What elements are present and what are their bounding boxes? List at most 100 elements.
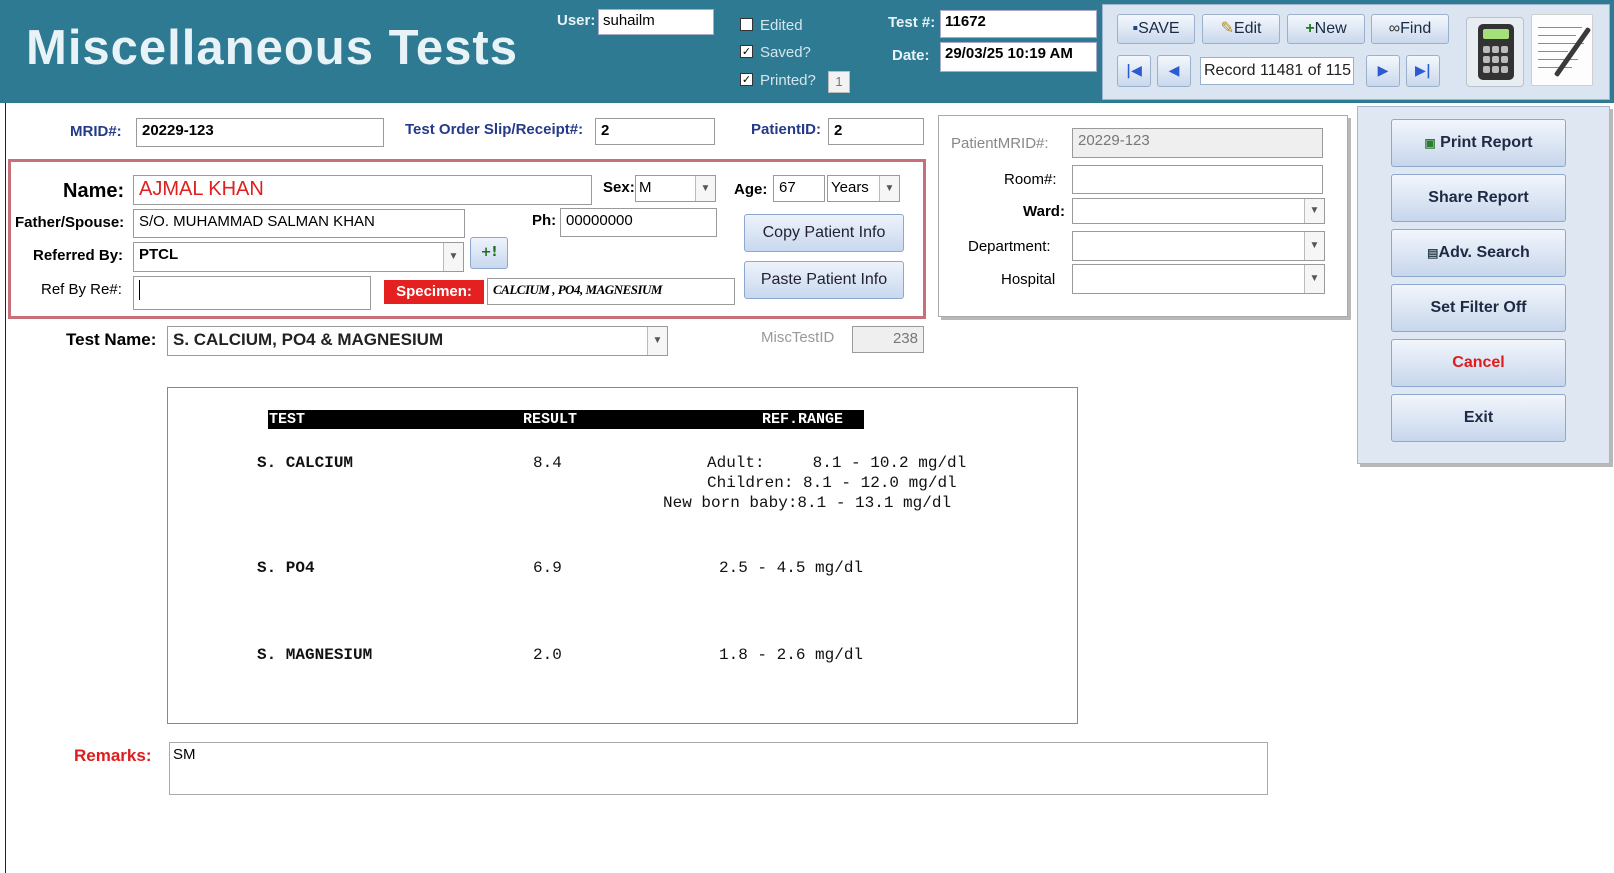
form-left-border [5,103,6,873]
action-panel: ▣ Print Report Share Report ▤Adv. Search… [1357,106,1610,464]
result-test-name: S. PO4 [257,559,315,577]
department-select[interactable]: ▼ [1072,231,1325,261]
misctestid-label: MiscTestID [761,329,835,346]
share-report-button[interactable]: Share Report [1391,174,1566,222]
chevron-down-icon[interactable]: ▼ [879,176,899,201]
specimen-field[interactable]: CALCIUM , PO4, MAGNESIUM [487,278,735,305]
ward-label: Ward: [1023,203,1065,220]
remarks-field[interactable]: SM [169,742,1268,795]
hospital-label: Hospital [1001,271,1056,288]
age-unit-select[interactable]: Years ▼ [827,175,900,202]
find-button[interactable]: ∞Find [1371,14,1449,44]
saved-checkbox[interactable]: ✓ [740,45,753,58]
test-no-field[interactable]: 11672 [940,10,1097,38]
date-field[interactable]: 29/03/25 10:19 AM [940,42,1097,72]
print-report-button[interactable]: ▣ Print Report [1391,119,1566,167]
result-range-line: Children: 8.1 - 12.0 mg/dl [707,474,957,492]
chevron-down-icon[interactable]: ▼ [1304,199,1324,223]
father-label: Father/Spouse: [15,214,125,231]
testname-select[interactable]: S. CALCIUM, PO4 & MAGNESIUM ▼ [167,326,668,356]
ph-label: Ph: [532,212,557,229]
father-field[interactable]: S/O. MUHAMMAD SALMAN KHAN [133,209,465,238]
first-record-button[interactable]: |◀ [1117,55,1151,87]
first-record-icon: |◀ [1126,63,1142,79]
refby-field[interactable] [133,276,371,310]
set-filter-off-button[interactable]: Set Filter Off [1391,284,1566,332]
test-no-label: Test #: [888,14,936,31]
calculator-screen [1483,29,1509,39]
binoculars-icon: ∞ [1388,20,1401,37]
testname-label: Test Name: [66,330,157,349]
sex-select[interactable]: M ▼ [635,175,716,202]
date-label: Date: [892,47,930,64]
print-report-label: Print Report [1440,134,1533,151]
name-label: Name: [63,180,125,202]
department-label: Department: [968,238,1051,255]
slip-label: Test Order Slip/Receipt#: [405,121,584,138]
result-value: 6.9 [533,559,562,577]
slip-field[interactable]: 2 [595,118,715,145]
misctestid-field: 238 [852,326,924,353]
cancel-button[interactable]: Cancel [1391,339,1566,387]
next-record-button[interactable]: ▶ [1366,55,1400,87]
result-value: 8.4 [533,454,562,472]
age-field[interactable]: 67 [773,175,825,202]
edit-label: Edit [1233,20,1262,37]
result-test-name: S. MAGNESIUM [257,646,373,664]
edit-button[interactable]: ✎Edit [1202,14,1280,44]
new-plus-icon: + [1305,20,1315,37]
hospital-select[interactable]: ▼ [1072,264,1325,294]
edited-checkbox[interactable] [740,18,753,31]
refby-label: Ref By Re#: [41,281,122,298]
result-range-line: New born baby:8.1 - 13.1 mg/dl [663,494,952,512]
user-field[interactable]: suhailm [598,9,714,35]
adv-search-button[interactable]: ▤Adv. Search [1391,229,1566,277]
result-range-line: 1.8 - 2.6 mg/dl [719,646,864,664]
new-label: New [1314,20,1347,37]
notepad-icon[interactable] [1531,14,1593,86]
edit-pencil-icon: ✎ [1220,20,1234,37]
referred-value: PTCL [139,246,179,263]
referred-select[interactable]: PTCL ▼ [133,242,464,272]
chevron-down-icon[interactable]: ▼ [1304,265,1324,293]
printed-checkbox[interactable]: ✓ [740,73,753,86]
add-referrer-button[interactable]: +! [470,237,508,269]
search-card-icon: ▤ [1427,246,1439,260]
exit-button[interactable]: Exit [1391,394,1566,442]
referred-label: Referred By: [33,247,124,264]
record-indicator[interactable]: Record 11481 of 115 [1200,57,1354,85]
chevron-down-icon[interactable]: ▼ [443,243,463,271]
result-header-test: TEST [269,411,306,428]
chevron-down-icon[interactable]: ▼ [695,176,715,201]
print-icon: ▣ [1424,136,1436,150]
testname-value: S. CALCIUM, PO4 & MAGNESIUM [173,330,444,349]
chevron-down-icon[interactable]: ▼ [647,327,667,355]
last-record-button[interactable]: ▶| [1406,55,1440,87]
result-value: 2.0 [533,646,562,664]
age-label: Age: [734,181,768,198]
result-report-box[interactable]: TEST RESULT REF.RANGE S. CALCIUM 8.4 Adu… [167,387,1078,724]
sex-value: M [639,179,652,196]
last-record-icon: ▶| [1415,63,1431,79]
room-field[interactable] [1072,165,1323,194]
result-header-result: RESULT [523,411,578,428]
calculator-icon[interactable] [1466,17,1524,87]
specimen-label: Specimen: [384,280,484,304]
ward-select[interactable]: ▼ [1072,198,1325,224]
calculator-body [1478,24,1514,80]
chevron-down-icon[interactable]: ▼ [1304,232,1324,260]
save-label: SAVE [1138,20,1180,37]
copy-patient-info-button[interactable]: Copy Patient Info [744,214,904,252]
mrid-field[interactable]: 20229-123 [136,118,384,147]
ph-field[interactable]: 00000000 [560,208,717,237]
name-field[interactable]: AJMAL KHAN [133,175,592,205]
saved-label: Saved? [760,44,811,61]
result-header-range: REF.RANGE [762,411,844,428]
patientid-field[interactable]: 2 [828,118,924,145]
new-button[interactable]: +New [1287,14,1365,44]
save-button[interactable]: ▪SAVE [1117,14,1195,44]
previous-record-button[interactable]: ◀ [1157,55,1191,87]
sex-label: Sex: [603,179,635,196]
paste-patient-info-button[interactable]: Paste Patient Info [744,261,904,299]
find-label: Find [1400,20,1432,37]
